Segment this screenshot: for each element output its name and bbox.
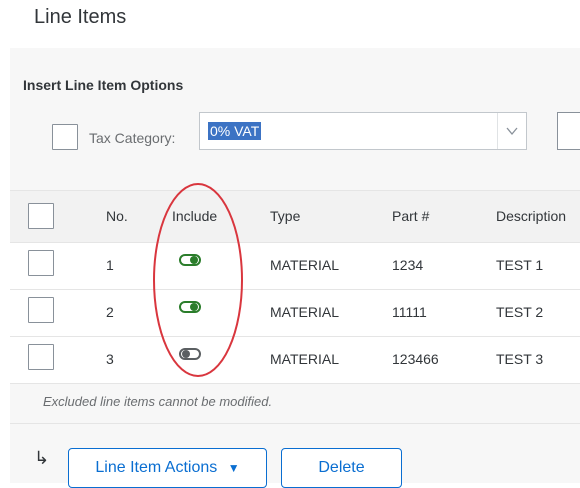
header-no: No. xyxy=(106,208,128,224)
header-description: Description xyxy=(496,208,567,224)
row-no: 3 xyxy=(106,351,114,367)
return-arrow-icon: ↳ xyxy=(34,448,50,468)
options-title: Insert Line Item Options xyxy=(23,77,184,93)
select-divider xyxy=(497,113,498,149)
row-part: 1234 xyxy=(392,257,424,273)
row-type: MATERIAL xyxy=(270,351,339,367)
page-title: Line Items xyxy=(34,6,127,28)
row-checkbox[interactable] xyxy=(28,297,54,323)
row-description: TEST 3 xyxy=(496,351,544,367)
row-type: MATERIAL xyxy=(270,304,339,320)
excluded-items-note: Excluded line items cannot be modified. xyxy=(43,394,273,409)
row-description: TEST 1 xyxy=(496,257,544,273)
row-type: MATERIAL xyxy=(270,257,339,273)
select-all-checkbox[interactable] xyxy=(28,203,54,229)
line-item-actions-button[interactable]: Line Item Actions ▼ xyxy=(68,448,267,488)
row-part: 123466 xyxy=(392,351,439,367)
tax-category-checkbox[interactable] xyxy=(52,124,78,150)
delete-button[interactable]: Delete xyxy=(281,448,402,488)
header-part: Part # xyxy=(392,208,430,224)
line-item-actions-label: Line Item Actions xyxy=(95,459,218,476)
row-checkbox[interactable] xyxy=(28,344,54,370)
row-checkbox[interactable] xyxy=(28,250,54,276)
next-option-field[interactable] xyxy=(557,112,580,150)
chevron-down-icon: ▼ xyxy=(227,461,240,475)
header-type: Type xyxy=(270,208,301,224)
tax-category-label: Tax Category: xyxy=(89,130,176,146)
row-no: 1 xyxy=(106,257,114,273)
chevron-down-icon[interactable] xyxy=(505,124,519,138)
row-no: 2 xyxy=(106,304,114,320)
row-description: TEST 2 xyxy=(496,304,544,320)
tax-category-value: 0% VAT xyxy=(208,122,262,140)
tax-category-select[interactable]: 0% VAT xyxy=(199,112,527,150)
highlight-ellipse xyxy=(153,183,243,377)
row-part: 11111 xyxy=(392,304,427,320)
